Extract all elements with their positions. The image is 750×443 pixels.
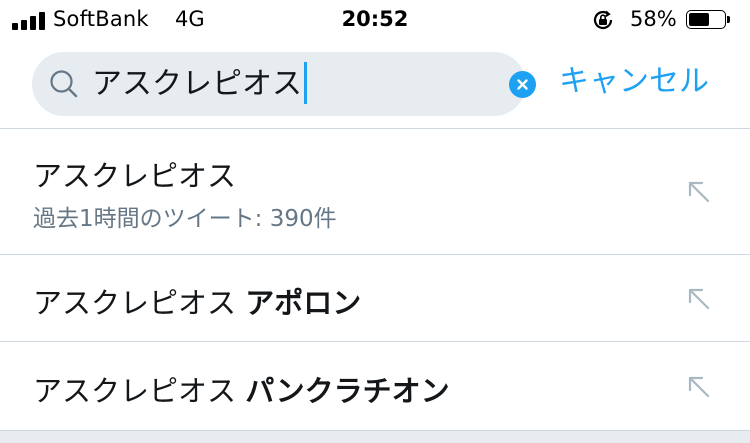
fill-query-arrow-icon[interactable]	[686, 374, 712, 400]
fill-query-arrow-icon[interactable]	[686, 179, 712, 205]
cancel-button[interactable]: キャンセル	[559, 62, 709, 102]
text-caret	[304, 62, 307, 104]
battery-icon	[686, 10, 732, 31]
suggestion-text: アスクレピオス アポロン	[33, 286, 362, 320]
section-separator	[0, 431, 750, 443]
close-icon	[517, 79, 528, 90]
suggestion-item[interactable]: アスクレピオス 過去1時間のツイート: 390件	[0, 129, 750, 254]
suggestion-text: アスクレピオス パンクラチオン	[33, 374, 450, 408]
suggestion-item[interactable]: アスクレピオス アポロン	[0, 255, 750, 341]
clear-search-button[interactable]	[509, 71, 536, 98]
search-query[interactable]: アスクレピオス	[92, 62, 307, 104]
fill-query-arrow-icon[interactable]	[686, 286, 712, 312]
status-bar: SoftBank 4G 20:52 58%	[0, 0, 750, 40]
search-input[interactable]: アスクレピオス	[32, 52, 536, 116]
suggestion-text: アスクレピオス	[33, 159, 237, 193]
suggestion-tweet-count: 過去1時間のツイート: 390件	[33, 206, 337, 232]
orientation-lock-icon	[591, 8, 615, 32]
suggestion-item[interactable]: アスクレピオス パンクラチオン	[0, 342, 750, 430]
search-icon	[49, 69, 79, 99]
battery-percentage: 58%	[630, 7, 677, 31]
